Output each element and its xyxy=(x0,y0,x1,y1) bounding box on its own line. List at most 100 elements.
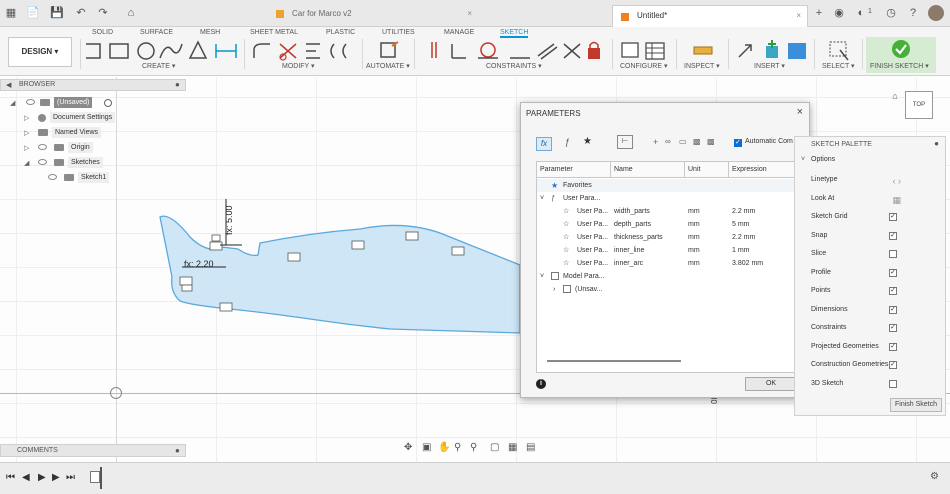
palette-checkbox[interactable]: ✓ xyxy=(889,231,897,240)
activate-radio-icon[interactable] xyxy=(104,99,112,107)
browser-item-2[interactable]: ▷ Named Views xyxy=(0,127,186,138)
origin-point[interactable] xyxy=(110,387,122,399)
fit-icon[interactable]: ⚲ xyxy=(470,442,477,453)
palette-checkbox[interactable]: ✓ xyxy=(889,361,897,369)
palette-option[interactable]: Projected Geometries ✓ xyxy=(811,340,941,354)
ok-button[interactable]: OK xyxy=(745,377,797,391)
tab-manage[interactable]: MANAGE xyxy=(444,27,474,38)
sketch-feature-icon[interactable] xyxy=(90,471,100,483)
favorite-star-icon[interactable]: ★ xyxy=(583,136,592,147)
file-menu-icon[interactable]: 📄 xyxy=(26,6,40,20)
home-icon[interactable]: ⌂ xyxy=(124,6,138,20)
expand-icon[interactable]: ▷ xyxy=(24,143,29,154)
auto-compute-checkbox[interactable]: ✓ xyxy=(734,139,742,147)
palette-option[interactable]: Profile ✓ xyxy=(811,266,941,280)
palette-option[interactable]: Linetype ‹ › xyxy=(811,173,941,187)
group-constraints[interactable]: CONSTRAINTS ▾ xyxy=(486,62,542,70)
play-icon[interactable]: ▶ xyxy=(38,472,46,483)
palette-checkbox[interactable]: ✓ xyxy=(889,324,897,332)
group-create[interactable]: CREATE ▾ xyxy=(142,62,175,70)
extensions-icon[interactable]: ◉ xyxy=(832,6,846,20)
palette-checkbox[interactable]: ✓ xyxy=(889,342,897,351)
col-unit[interactable]: Unit xyxy=(685,162,729,178)
palette-checkbox[interactable]: ✓ xyxy=(889,287,897,295)
dimension-horizontal[interactable]: fx: 2.20 xyxy=(184,259,214,269)
fx-filter-icon[interactable]: ƒ xyxy=(565,137,570,147)
col-name[interactable]: Name xyxy=(611,162,685,178)
tab-utilities[interactable]: UTILITIES xyxy=(382,27,415,38)
undo-icon[interactable]: ↶ xyxy=(74,6,88,20)
tab-sheet-metal[interactable]: SHEET METAL xyxy=(250,27,298,38)
project-tool-icon[interactable] xyxy=(214,40,240,62)
group-automate[interactable]: AUTOMATE ▾ xyxy=(366,62,410,70)
parameter-row[interactable]: ☆ User Pa... width_parts mm 2.2 mm xyxy=(537,205,797,218)
new-tab-icon[interactable]: + xyxy=(812,6,826,20)
fx-tab[interactable]: fx xyxy=(536,137,552,151)
comments-panel[interactable]: COMMENTS ● xyxy=(0,444,186,457)
favorite-star-icon[interactable]: ☆ xyxy=(563,218,569,231)
expand-icon[interactable]: ▷ xyxy=(24,128,29,139)
visibility-icon[interactable] xyxy=(26,99,35,105)
paste-icon[interactable]: ▩ xyxy=(707,137,715,146)
group-modify[interactable]: MODIFY ▾ xyxy=(282,62,315,70)
select-icon[interactable] xyxy=(828,40,852,62)
clock-icon[interactable]: ◷ xyxy=(884,6,898,20)
automate-tool-icon[interactable] xyxy=(378,40,402,62)
group-configure[interactable]: CONFIGURE ▾ xyxy=(620,62,667,70)
favorites-row[interactable]: ★ Favorites xyxy=(537,179,797,192)
info-icon[interactable]: i xyxy=(536,379,546,389)
step-forward-icon[interactable]: ▶ xyxy=(52,472,60,483)
avatar[interactable] xyxy=(928,5,944,21)
palette-option[interactable]: Dimensions ✓ xyxy=(811,303,941,317)
palette-option[interactable]: Constraints ✓ xyxy=(811,321,941,335)
home-view-icon[interactable]: ⌂ xyxy=(888,89,902,103)
expand-icon[interactable]: ▷ xyxy=(24,113,29,124)
palette-checkbox[interactable]: ✓ xyxy=(889,305,897,314)
group-insert[interactable]: INSERT ▾ xyxy=(754,62,785,70)
browser-item-0[interactable]: ◢ (Unsaved) xyxy=(0,97,186,108)
insert-tools[interactable] xyxy=(736,40,808,62)
palette-checkbox[interactable] xyxy=(889,250,897,258)
browser-item-3[interactable]: ▷ Origin xyxy=(0,142,186,153)
delete-icon[interactable]: ▭ xyxy=(679,137,687,146)
modify-tools[interactable] xyxy=(250,40,360,62)
job-status-icon[interactable]: ◐ xyxy=(854,6,868,20)
palette-option[interactable]: Slice xyxy=(811,247,941,261)
grid-settings-icon[interactable]: ▦ xyxy=(508,442,517,453)
look-at-icon[interactable]: ▣ xyxy=(422,442,431,453)
group-select[interactable]: SELECT ▾ xyxy=(822,62,855,70)
visibility-icon[interactable] xyxy=(48,174,57,180)
go-to-start-icon[interactable]: ⏮ xyxy=(6,472,15,483)
tab-car-for-marco[interactable]: Car for Marco v2 × xyxy=(268,4,478,24)
zoom-icon[interactable]: ⚲ xyxy=(454,442,461,453)
timeline-marker[interactable] xyxy=(100,467,102,489)
palette-checkbox[interactable]: ✓ xyxy=(889,213,897,221)
palette-option[interactable]: Construction Geometries ✓ xyxy=(811,358,941,372)
user-params-group[interactable]: ˅ ƒ User Para... xyxy=(537,192,797,205)
orbit-icon[interactable]: ✥ xyxy=(404,442,412,453)
col-expression[interactable]: Expression xyxy=(729,162,797,178)
tab-sketch[interactable]: SKETCH xyxy=(500,27,529,38)
close-icon[interactable]: × xyxy=(797,106,803,118)
favorite-star-icon[interactable]: ☆ xyxy=(563,257,569,270)
tab-surface[interactable]: SURFACE xyxy=(140,27,173,38)
linetype-icon[interactable]: ‹ › xyxy=(893,174,902,188)
link-icon[interactable]: ∞ xyxy=(665,137,671,146)
timeline-settings-icon[interactable]: ⚙ xyxy=(930,471,939,482)
parameter-row[interactable]: ☆ User Pa... thickness_parts mm 2.2 mm xyxy=(537,231,797,244)
expand-icon[interactable]: ◢ xyxy=(10,98,15,109)
palette-option[interactable]: Points ✓ xyxy=(811,284,941,298)
viewcube[interactable]: TOP xyxy=(905,91,933,119)
unsaved-model-row[interactable]: › (Unsav... xyxy=(537,283,797,296)
favorite-star-icon[interactable]: ☆ xyxy=(563,231,569,244)
viewports-icon[interactable]: ▤ xyxy=(526,442,535,453)
create-tools[interactable] xyxy=(82,40,212,62)
copy-icon[interactable]: ▩ xyxy=(693,137,701,146)
palette-option[interactable]: Sketch Grid ✓ xyxy=(811,210,941,224)
app-grid-icon[interactable]: ▦ xyxy=(4,6,18,20)
configure-tools[interactable] xyxy=(620,40,668,62)
import-icon[interactable]: ⊢ xyxy=(617,135,633,149)
pan-icon[interactable]: ✋ xyxy=(438,442,450,453)
tab-untitled[interactable]: Untitled* × xyxy=(612,5,808,27)
browser-item-1[interactable]: ▷ Document Settings xyxy=(0,112,186,123)
